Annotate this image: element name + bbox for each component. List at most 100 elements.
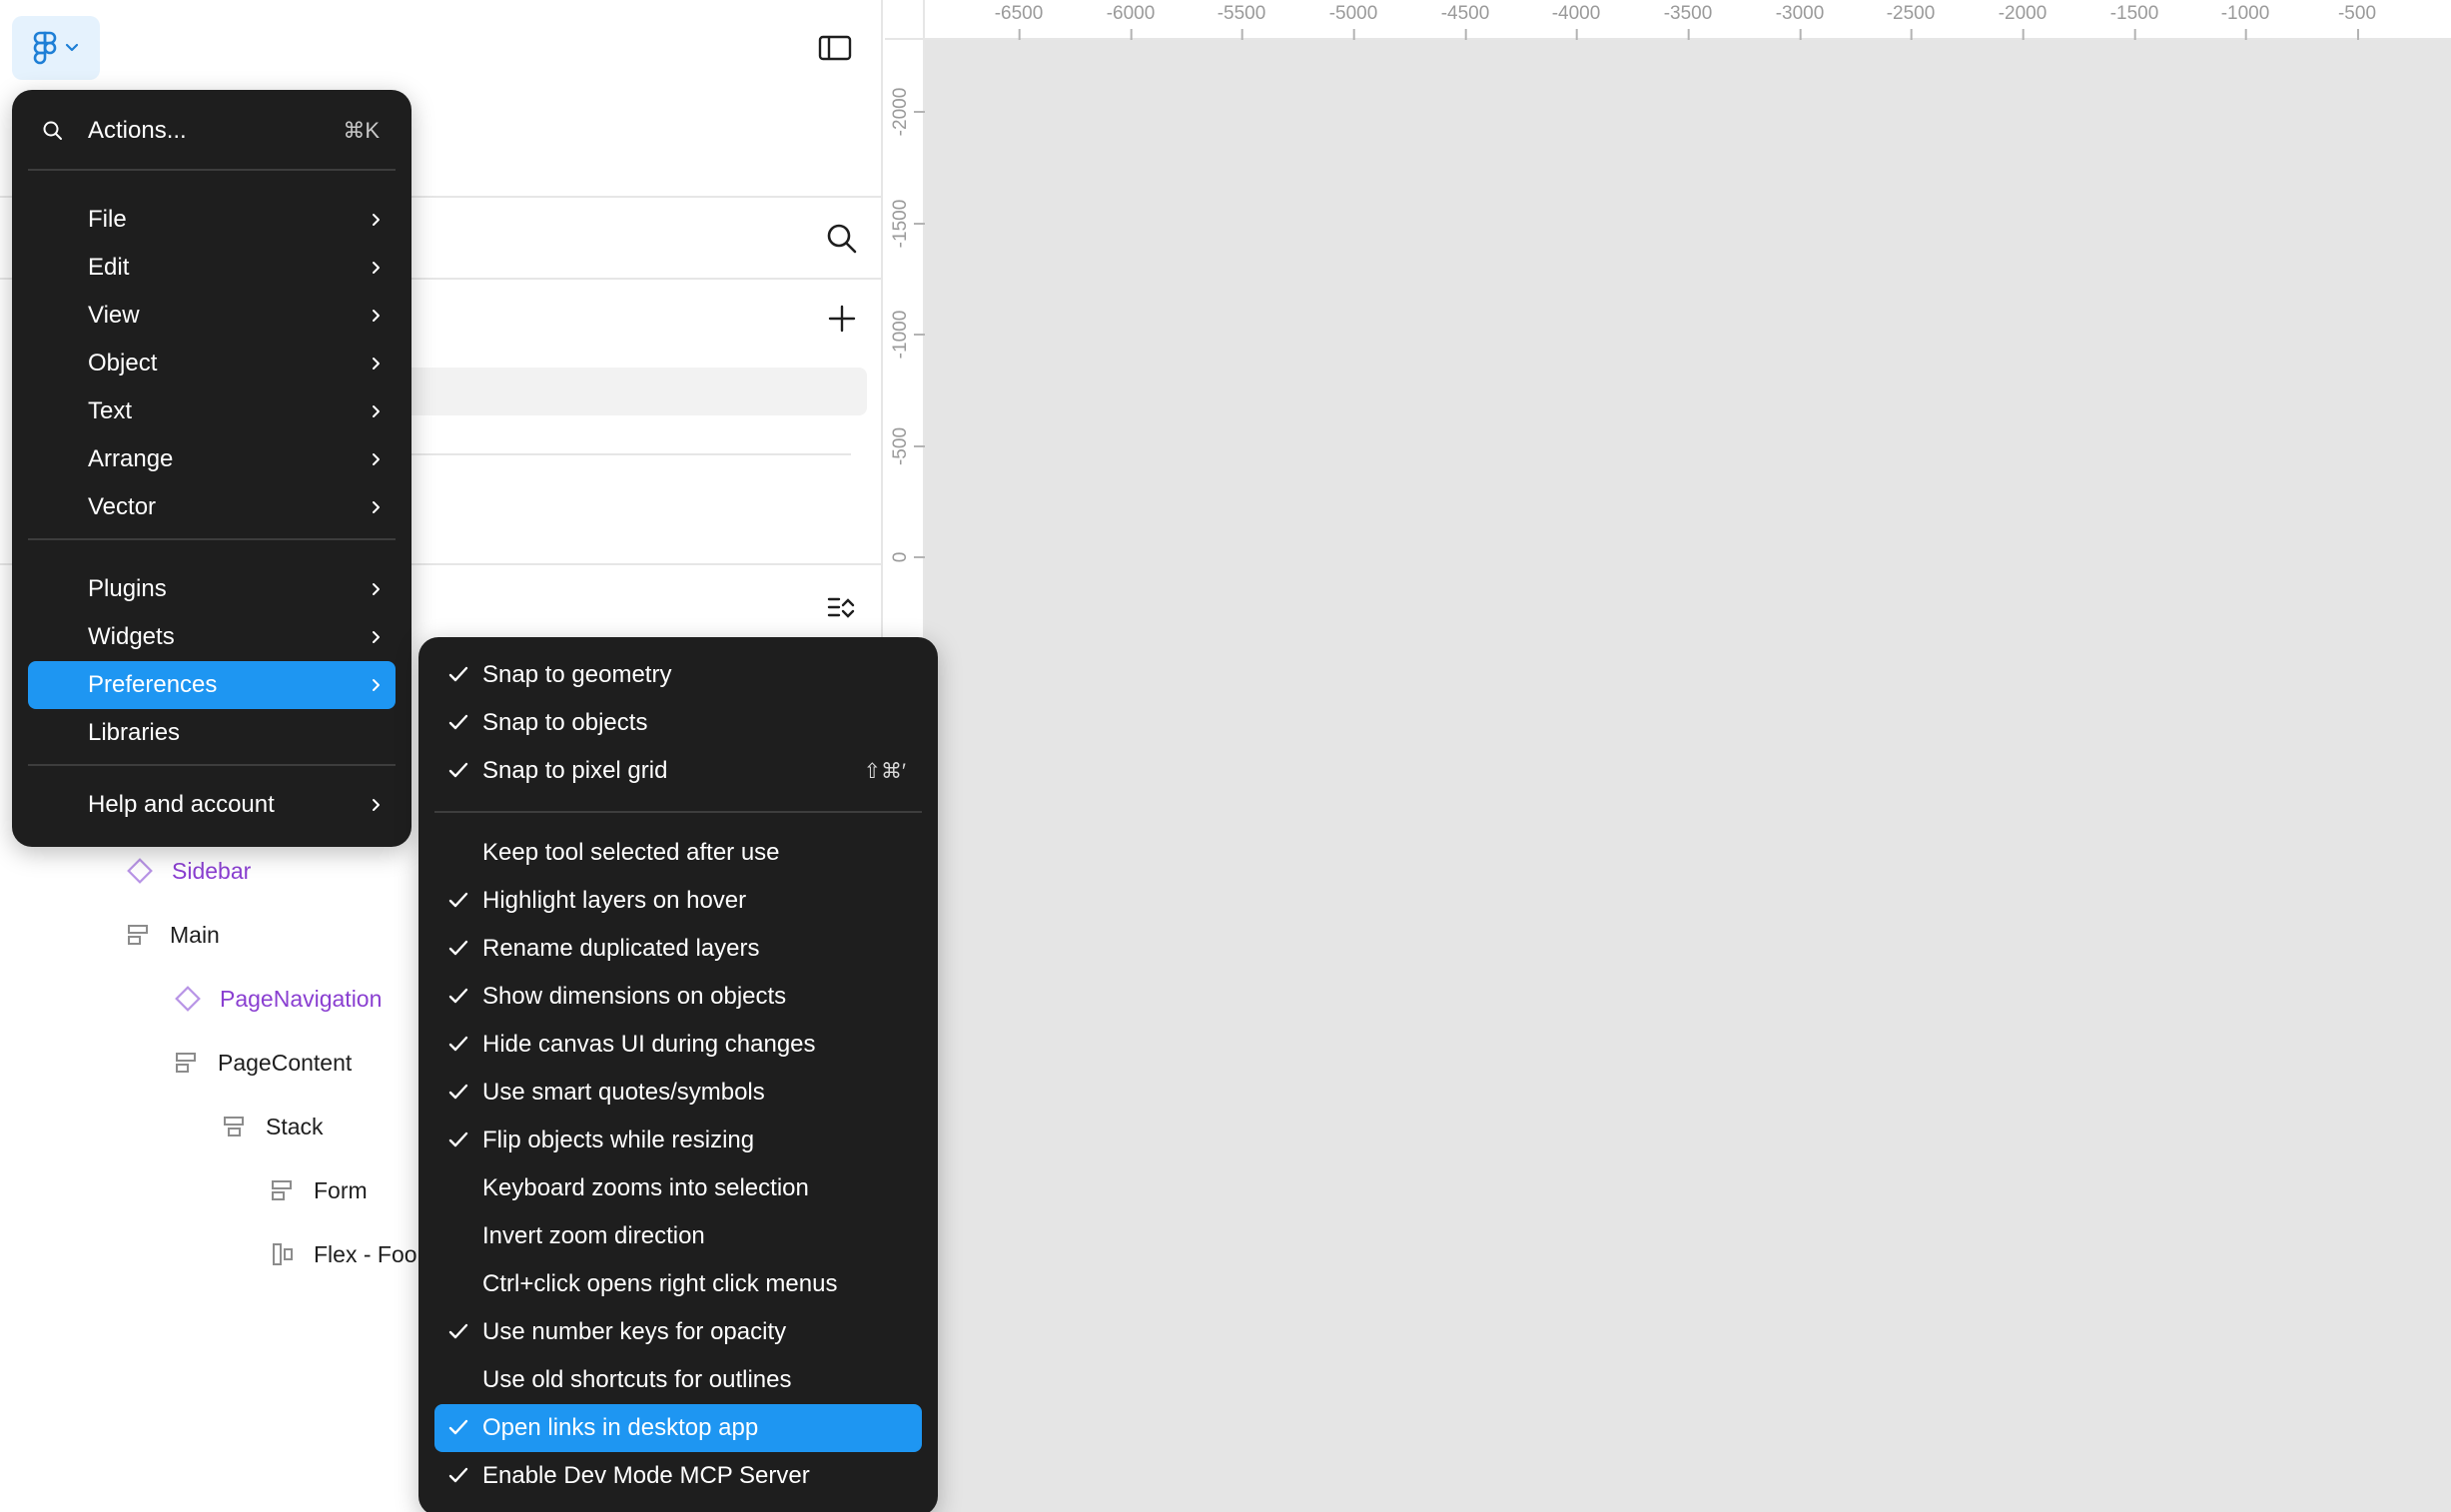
pref-flip-objects[interactable]: Flip objects while resizing [434, 1117, 922, 1164]
menu-item-label: Plugins [88, 575, 167, 602]
checkmark-icon [448, 1467, 468, 1483]
menu-item-widgets[interactable]: Widgets [28, 613, 396, 661]
menu-item-label: Text [88, 397, 133, 424]
ruler-tick: -3000 [1776, 0, 1824, 40]
menu-item-libraries[interactable]: Libraries [28, 709, 396, 757]
component-icon [175, 986, 201, 1012]
collapse-layers-icon[interactable] [825, 591, 859, 625]
menu-item-label: Keep tool selected after use [482, 839, 780, 866]
layer-row[interactable]: Main [126, 911, 220, 959]
menu-item-label: Ctrl+click opens right click menus [482, 1270, 838, 1297]
checkmark-icon [448, 892, 468, 908]
actions-label: Actions... [88, 117, 187, 144]
page-row-selected[interactable] [400, 368, 867, 415]
frame-vertical-icon [272, 1180, 292, 1200]
figma-logo-icon [33, 31, 57, 65]
chevron-right-icon [373, 358, 380, 370]
pref-hide-canvas-ui[interactable]: Hide canvas UI during changes [434, 1021, 922, 1069]
menu-item-arrange[interactable]: Arrange [28, 435, 396, 483]
chevron-right-icon [373, 310, 380, 322]
chevron-right-icon [373, 799, 380, 811]
layer-row[interactable]: PageNavigation [174, 975, 382, 1023]
layer-name: PageNavigation [220, 985, 383, 1012]
ruler-tick: -2500 [1887, 0, 1935, 40]
menu-item-edit[interactable]: Edit [28, 244, 396, 292]
frame-horizontal-icon [273, 1243, 293, 1265]
search-icon[interactable] [825, 222, 859, 256]
menu-item-file[interactable]: File [28, 196, 396, 244]
ruler-tick: -1000 [2221, 0, 2269, 40]
layer-row[interactable]: Flex - Foo [270, 1230, 417, 1278]
frame-vertical-icon [128, 925, 148, 945]
menu-item-label: Use smart quotes/symbols [482, 1079, 765, 1106]
menu-item-view[interactable]: View [28, 292, 396, 340]
pref-snap-to-objects[interactable]: Snap to objects [434, 699, 922, 747]
menu-divider [28, 169, 396, 171]
menu-item-plugins[interactable]: Plugins [28, 565, 396, 613]
menu-item-label: Enable Dev Mode MCP Server [482, 1462, 810, 1489]
chevron-right-icon [373, 453, 380, 465]
pref-invert-zoom[interactable]: Invert zoom direction [434, 1212, 922, 1260]
canvas[interactable] [885, 0, 2451, 1512]
pref-highlight-layers-on-hover[interactable]: Highlight layers on hover [434, 877, 922, 925]
pref-open-links-desktop[interactable]: Open links in desktop app [434, 1404, 922, 1452]
pref-rename-duplicated-layers[interactable]: Rename duplicated layers [434, 925, 922, 973]
search-icon [43, 121, 62, 140]
checkmark-icon [448, 1323, 468, 1339]
menu-item-shortcut: ⇧⌘′ [863, 759, 906, 783]
ruler-tick: -4000 [1552, 0, 1600, 40]
menu-item-label: Snap to geometry [482, 661, 672, 688]
menu-item-label: Rename duplicated layers [482, 935, 760, 962]
ruler-tick: -1500 [2110, 0, 2158, 40]
pref-snap-to-pixel-grid[interactable]: Snap to pixel grid ⇧⌘′ [434, 747, 922, 795]
pref-number-keys-opacity[interactable]: Use number keys for opacity [434, 1308, 922, 1356]
pref-snap-to-geometry[interactable]: Snap to geometry [434, 651, 922, 699]
pref-show-dimensions[interactable]: Show dimensions on objects [434, 973, 922, 1021]
pref-keep-tool-selected[interactable]: Keep tool selected after use [434, 829, 922, 877]
menu-item-label: Highlight layers on hover [482, 887, 747, 914]
pref-keyboard-zooms[interactable]: Keyboard zooms into selection [434, 1164, 922, 1212]
add-page-icon[interactable] [825, 302, 859, 336]
checkmark-icon [448, 1419, 468, 1435]
divider [400, 453, 851, 455]
checkmark-icon [448, 1132, 468, 1147]
layer-row[interactable]: Sidebar [126, 847, 251, 895]
menu-item-preferences[interactable]: Preferences [28, 661, 396, 709]
ruler-tick: -500 [2338, 0, 2376, 40]
layer-row[interactable]: PageContent [174, 1039, 352, 1087]
pref-ctrl-click-menus[interactable]: Ctrl+click opens right click menus [434, 1260, 922, 1308]
menu-item-object[interactable]: Object [28, 340, 396, 387]
menu-item-text[interactable]: Text [28, 387, 396, 435]
sidebar-toggle-icon[interactable] [817, 30, 853, 66]
layer-row[interactable]: Stack [222, 1103, 324, 1150]
layer-row[interactable]: Form [270, 1166, 368, 1214]
menu-item-label: File [88, 206, 127, 233]
ruler-tick: -5500 [1218, 0, 1265, 40]
checkmark-icon [448, 1084, 468, 1100]
ruler-tick: -5000 [1329, 0, 1377, 40]
actions-shortcut: ⌘K [343, 118, 380, 143]
main-menu-button[interactable] [12, 16, 100, 80]
menu-item-label: Preferences [88, 671, 218, 698]
checkmark-icon [448, 940, 468, 956]
checkmark-icon [448, 714, 468, 730]
ruler-tick: -2000 [1999, 0, 2046, 40]
menu-item-label: Libraries [88, 719, 181, 746]
menu-item-vector[interactable]: Vector [28, 483, 396, 531]
ruler-tick: -3500 [1664, 0, 1712, 40]
menu-item-label: Snap to pixel grid [482, 757, 668, 784]
actions-search[interactable]: Actions... ⌘K [28, 106, 396, 156]
pref-smart-quotes[interactable]: Use smart quotes/symbols [434, 1069, 922, 1117]
chevron-right-icon [373, 262, 380, 274]
chevron-right-icon [373, 501, 380, 513]
menu-item-label: Object [88, 350, 158, 377]
chevron-right-icon [373, 214, 380, 226]
component-icon [127, 858, 153, 884]
checkmark-icon [448, 1036, 468, 1052]
menu-item-label: View [88, 302, 140, 329]
checkmark-icon [448, 762, 468, 778]
menu-item-label: Hide canvas UI during changes [482, 1031, 816, 1058]
pref-old-outline-shortcuts[interactable]: Use old shortcuts for outlines [434, 1356, 922, 1404]
pref-dev-mode-mcp[interactable]: Enable Dev Mode MCP Server [434, 1452, 922, 1500]
menu-item-help-and-account[interactable]: Help and account [28, 781, 396, 829]
